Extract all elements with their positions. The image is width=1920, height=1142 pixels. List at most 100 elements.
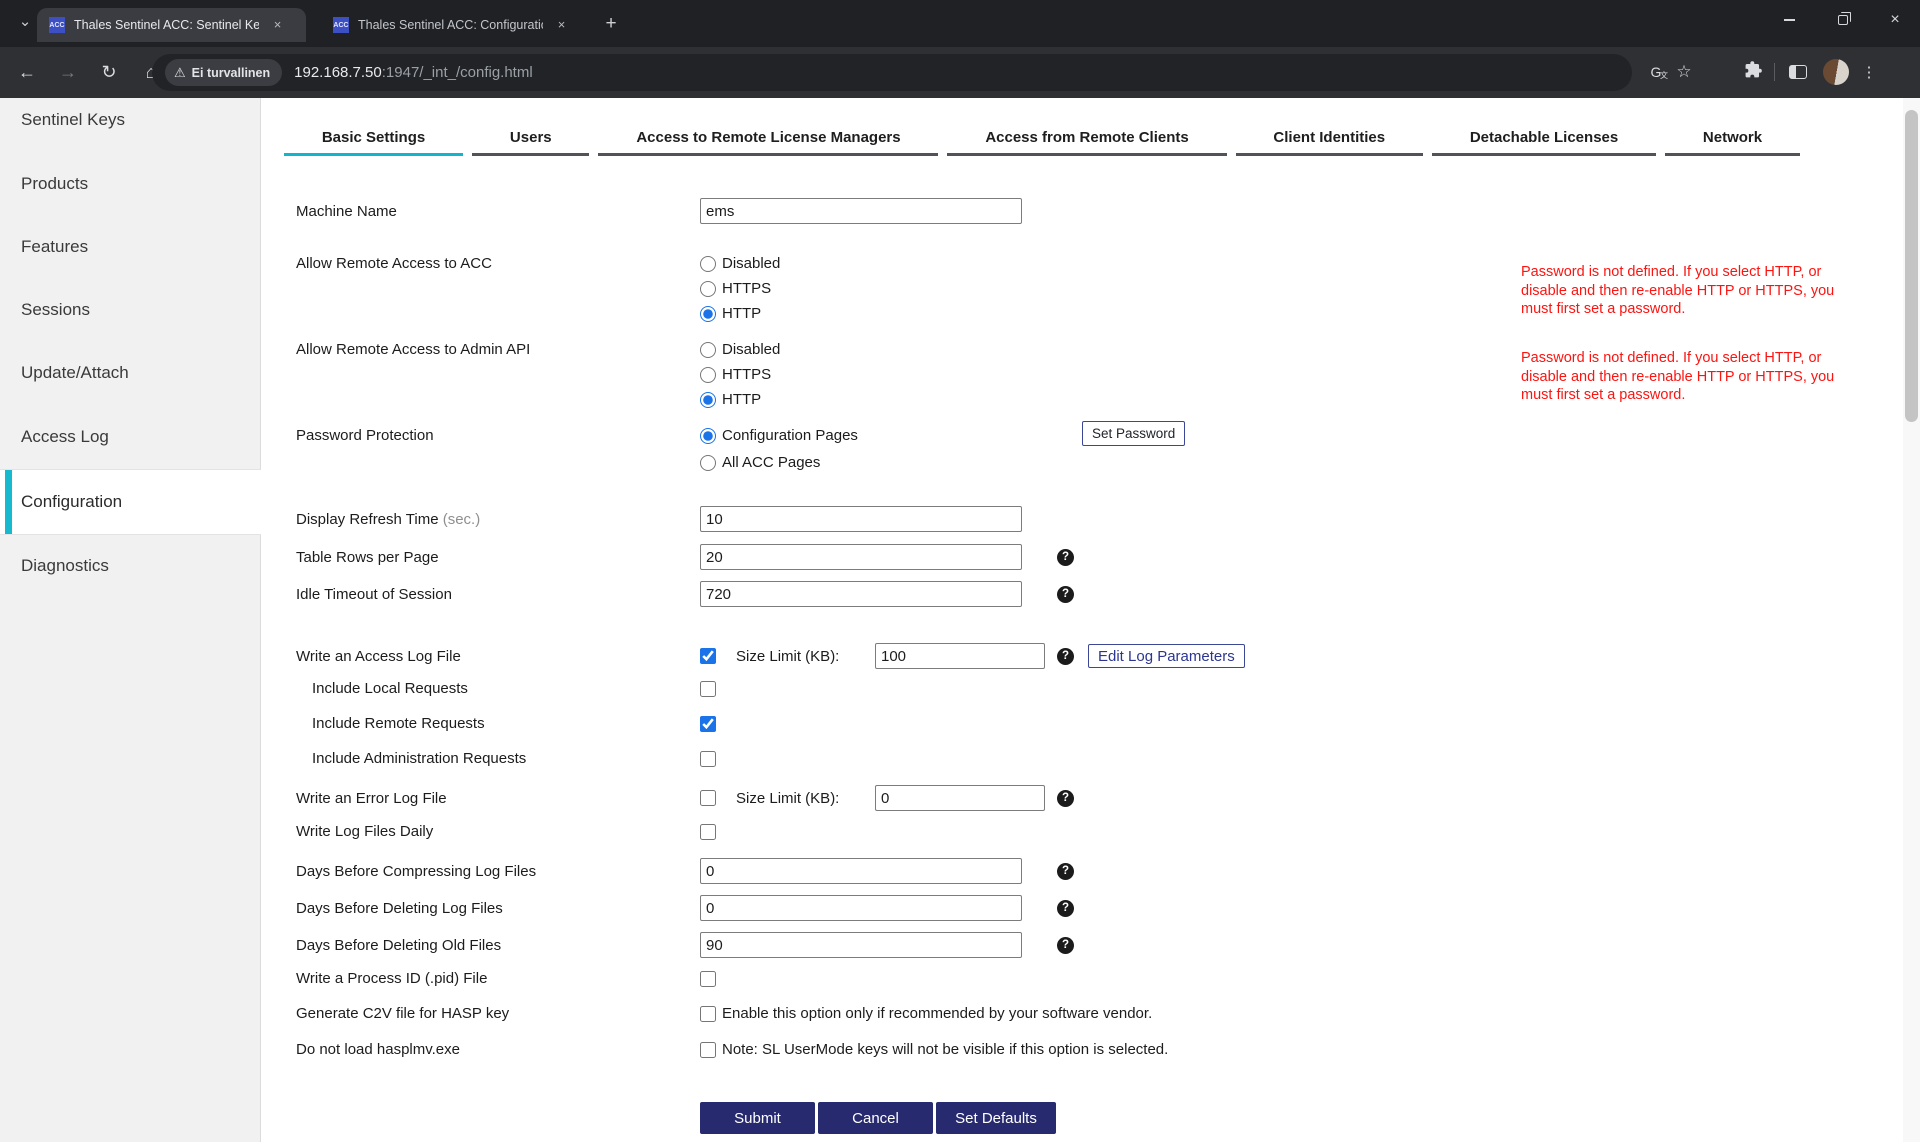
window-minimize-button[interactable] bbox=[1766, 0, 1812, 40]
sidebar-item-sentinel-keys[interactable]: Sentinel Keys bbox=[21, 110, 125, 130]
help-icon[interactable]: ? bbox=[1057, 790, 1074, 807]
radio-option-http[interactable]: HTTP bbox=[700, 387, 780, 412]
translate-icon[interactable]: G文 bbox=[1643, 64, 1669, 80]
radio-label: Disabled bbox=[722, 341, 780, 358]
include-admin-checkbox[interactable] bbox=[700, 751, 716, 767]
sidebar-item-label: Configuration bbox=[21, 492, 122, 512]
radio-option-configuration-pages[interactable]: Configuration Pages bbox=[700, 422, 858, 449]
bookmark-star-icon[interactable]: ☆ bbox=[1669, 62, 1699, 82]
set-defaults-button[interactable]: Set Defaults bbox=[936, 1102, 1056, 1134]
sidebar-item-update-attach[interactable]: Update/Attach bbox=[21, 363, 129, 383]
include-remote-checkbox[interactable] bbox=[700, 716, 716, 732]
sidebar-item-diagnostics[interactable]: Diagnostics bbox=[21, 556, 109, 576]
window-restore-button[interactable] bbox=[1820, 0, 1866, 40]
edit-log-parameters-button[interactable]: Edit Log Parameters bbox=[1088, 644, 1245, 668]
help-icon[interactable]: ? bbox=[1057, 937, 1074, 954]
password-warning-admin-api: Password is not defined. If you select H… bbox=[1521, 349, 1857, 405]
back-icon[interactable]: ← bbox=[12, 58, 42, 88]
days-deleting-old-input[interactable] bbox=[700, 932, 1022, 958]
access-log-checkbox[interactable] bbox=[700, 648, 716, 664]
radio-input[interactable] bbox=[700, 392, 716, 408]
tab-access-to-remote-license-managers[interactable]: Access to Remote License Managers bbox=[598, 125, 938, 156]
radio-option-disabled[interactable]: Disabled bbox=[700, 337, 780, 362]
acc-favicon: ACC bbox=[333, 17, 349, 33]
submit-button[interactable]: Submit bbox=[700, 1102, 815, 1134]
size-limit-label: Size Limit (KB): bbox=[736, 790, 875, 807]
days-compressing-input[interactable] bbox=[700, 858, 1022, 884]
tab-close-icon[interactable]: × bbox=[553, 17, 570, 34]
browser-toolbar: ← → ↻ ⌂ ⚠ Ei turvallinen 192.168.7.50:19… bbox=[0, 47, 1920, 98]
cancel-button[interactable]: Cancel bbox=[818, 1102, 933, 1134]
sidebar-item-access-log[interactable]: Access Log bbox=[21, 427, 109, 447]
browser-menu-icon[interactable]: ⋮ bbox=[1857, 63, 1881, 81]
radio-input[interactable] bbox=[700, 256, 716, 272]
radio-input[interactable] bbox=[700, 455, 716, 471]
help-icon[interactable]: ? bbox=[1057, 648, 1074, 665]
tab-users[interactable]: Users bbox=[472, 125, 589, 156]
sidebar-item-configuration[interactable]: Configuration bbox=[0, 469, 261, 535]
display-refresh-input[interactable] bbox=[700, 506, 1022, 532]
site-security-chip[interactable]: ⚠ Ei turvallinen bbox=[165, 59, 282, 86]
help-icon[interactable]: ? bbox=[1057, 586, 1074, 603]
machine-name-input[interactable] bbox=[700, 198, 1022, 224]
tab-search-chevron-icon[interactable]: ⌄ bbox=[14, 12, 36, 34]
access-log-row: Write an Access Log File Size Limit (KB)… bbox=[296, 643, 1856, 669]
tab-basic-settings[interactable]: Basic Settings bbox=[284, 125, 463, 156]
profile-avatar[interactable] bbox=[1823, 59, 1849, 85]
pid-file-label: Write a Process ID (.pid) File bbox=[296, 970, 700, 987]
address-bar[interactable]: ⚠ Ei turvallinen 192.168.7.50:1947/_int_… bbox=[152, 54, 1632, 91]
table-rows-input[interactable] bbox=[700, 544, 1022, 570]
extensions-icon[interactable] bbox=[1738, 60, 1768, 84]
url-text: 192.168.7.50:1947/_int_/config.html bbox=[294, 64, 533, 81]
radio-input[interactable] bbox=[700, 367, 716, 383]
radio-input[interactable] bbox=[700, 306, 716, 322]
tab-detachable-licenses[interactable]: Detachable Licenses bbox=[1432, 125, 1656, 156]
display-refresh-row: Display Refresh Time (sec.) bbox=[296, 506, 1856, 532]
help-icon[interactable]: ? bbox=[1057, 549, 1074, 566]
error-log-label: Write an Error Log File bbox=[296, 790, 700, 807]
tab-access-from-remote-clients[interactable]: Access from Remote Clients bbox=[947, 125, 1226, 156]
radio-input[interactable] bbox=[700, 428, 716, 444]
tab-network[interactable]: Network bbox=[1665, 125, 1800, 156]
browser-tab-configuration[interactable]: ACC Thales Sentinel ACC: Configuration × bbox=[321, 8, 582, 42]
days-deleting-log-input[interactable] bbox=[700, 895, 1022, 921]
radio-input[interactable] bbox=[700, 342, 716, 358]
idle-timeout-input[interactable] bbox=[700, 581, 1022, 607]
tab-client-identities[interactable]: Client Identities bbox=[1236, 125, 1423, 156]
error-log-size-input[interactable] bbox=[875, 785, 1045, 811]
log-daily-checkbox[interactable] bbox=[700, 824, 716, 840]
radio-label: Disabled bbox=[722, 255, 780, 272]
reload-icon[interactable]: ↻ bbox=[94, 58, 124, 88]
radio-option-disabled[interactable]: Disabled bbox=[700, 251, 780, 276]
radio-option-https[interactable]: HTTPS bbox=[700, 362, 780, 387]
radio-option-http[interactable]: HTTP bbox=[700, 301, 780, 326]
browser-tab-sentinel-keys[interactable]: ACC Thales Sentinel ACC: Sentinel Keys × bbox=[37, 8, 306, 42]
radio-input[interactable] bbox=[700, 281, 716, 297]
radio-label: All ACC Pages bbox=[722, 454, 820, 471]
side-panel-icon[interactable] bbox=[1789, 65, 1807, 79]
scrollbar-thumb[interactable] bbox=[1905, 110, 1918, 422]
radio-option-all-acc-pages[interactable]: All ACC Pages bbox=[700, 449, 858, 476]
help-icon[interactable]: ? bbox=[1057, 900, 1074, 917]
window-close-button[interactable]: × bbox=[1872, 0, 1918, 40]
c2v-checkbox[interactable] bbox=[700, 1006, 716, 1022]
radio-label: HTTP bbox=[722, 391, 761, 408]
radio-option-https[interactable]: HTTPS bbox=[700, 276, 780, 301]
days-compressing-row: Days Before Compressing Log Files ? bbox=[296, 858, 1856, 884]
include-local-checkbox[interactable] bbox=[700, 681, 716, 697]
set-password-button[interactable]: Set Password bbox=[1082, 421, 1185, 446]
sidebar-item-products[interactable]: Products bbox=[21, 174, 88, 194]
pid-file-checkbox[interactable] bbox=[700, 971, 716, 987]
days-compressing-label: Days Before Compressing Log Files bbox=[296, 863, 700, 880]
page-scrollbar[interactable] bbox=[1903, 98, 1920, 1142]
error-log-checkbox[interactable] bbox=[700, 790, 716, 806]
restore-icon bbox=[1838, 15, 1848, 25]
hasplm-checkbox[interactable] bbox=[700, 1042, 716, 1058]
sidebar-item-sessions[interactable]: Sessions bbox=[21, 300, 90, 320]
access-log-size-input[interactable] bbox=[875, 643, 1045, 669]
tab-close-icon[interactable]: × bbox=[269, 17, 286, 34]
help-icon[interactable]: ? bbox=[1057, 863, 1074, 880]
url-host: 192.168.7.50 bbox=[294, 64, 382, 81]
sidebar-item-features[interactable]: Features bbox=[21, 237, 88, 257]
new-tab-button[interactable]: + bbox=[598, 12, 624, 38]
